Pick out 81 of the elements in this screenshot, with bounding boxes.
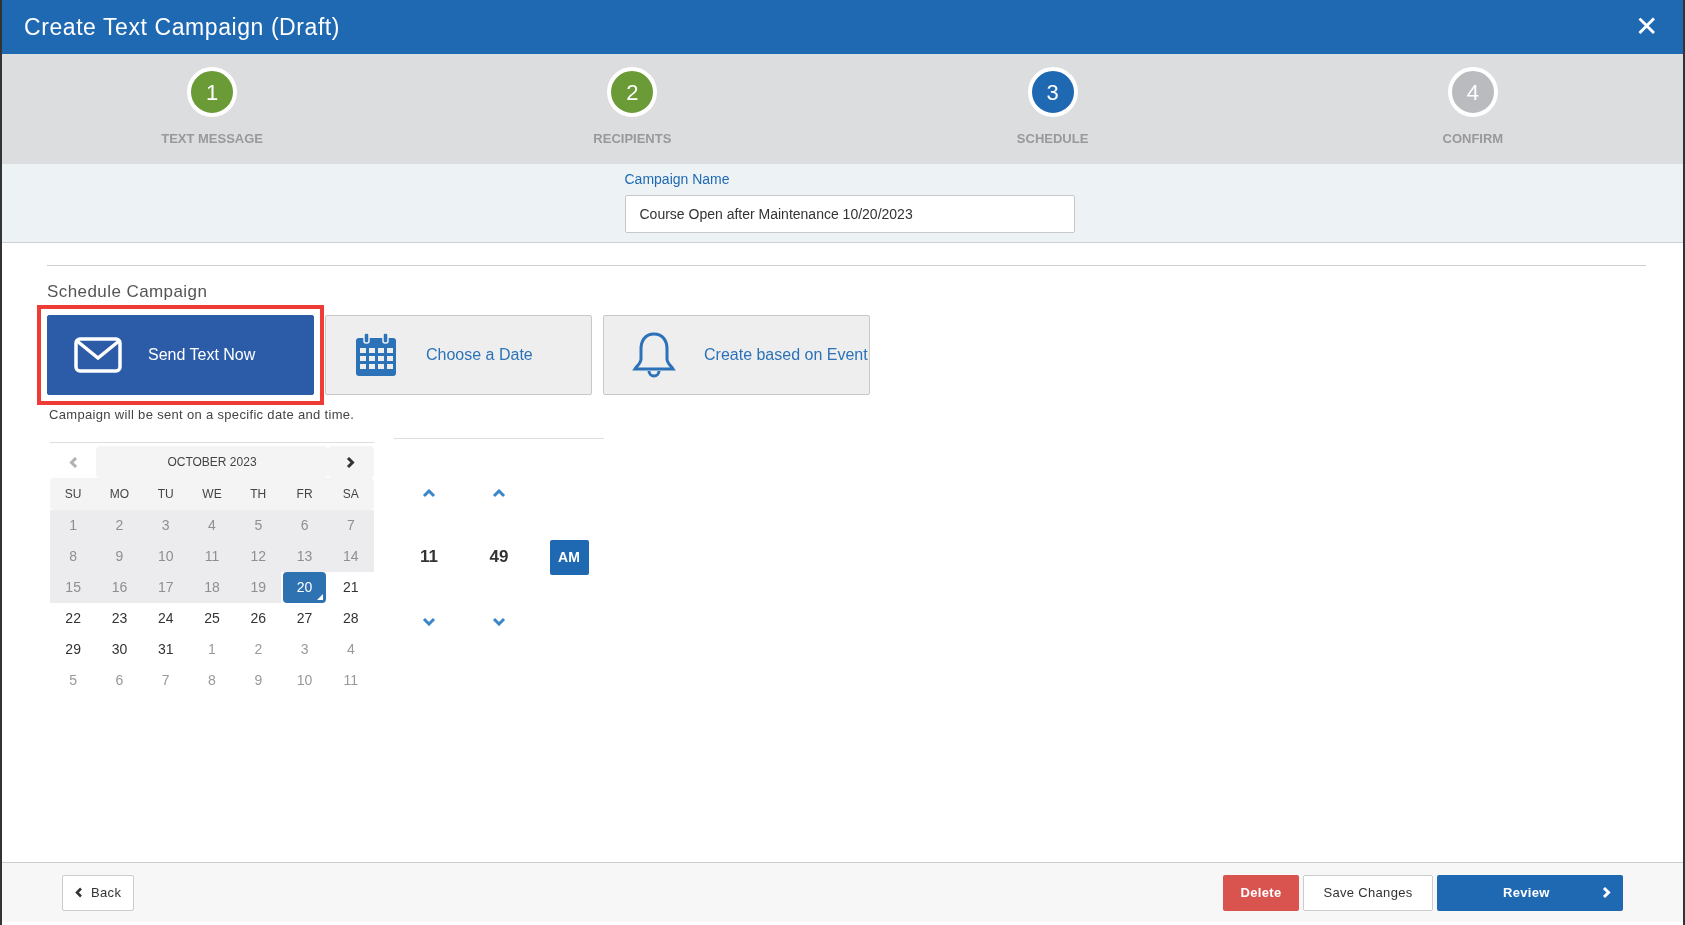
am-pm-toggle[interactable]: AM — [549, 539, 589, 575]
bell-icon — [632, 330, 676, 379]
calendar-day[interactable]: 9 — [236, 665, 280, 696]
chevron-left-icon — [68, 455, 78, 469]
weekday-label: FR — [295, 486, 314, 503]
calendar-day[interactable]: 5 — [51, 665, 95, 696]
calendar-day[interactable]: 23 — [97, 603, 141, 634]
step-label: SCHEDULE — [1016, 130, 1089, 148]
calendar-day[interactable]: 19 — [236, 572, 280, 603]
calendar-day[interactable]: 2 — [97, 510, 141, 541]
chevron-left-icon — [75, 887, 83, 898]
schedule-option[interactable]: Create based on Event — [603, 314, 870, 395]
chevron-down-icon — [492, 616, 506, 626]
weekday-label: SA — [341, 486, 360, 503]
calendar-icon — [354, 331, 398, 378]
calendar-day[interactable]: 6 — [97, 665, 141, 696]
calendar-day[interactable]: 31 — [144, 634, 188, 665]
calendar-day[interactable]: 21 — [329, 572, 373, 603]
back-button[interactable]: Back — [62, 874, 135, 911]
calendar-day[interactable]: 11 — [190, 541, 234, 572]
calendar-day[interactable]: 24 — [144, 603, 188, 634]
review-button[interactable]: Review — [1437, 874, 1623, 911]
calendar-day[interactable]: 2 — [236, 634, 280, 665]
calendar-day[interactable]: 16 — [97, 572, 141, 603]
chevron-up-icon — [492, 488, 506, 498]
calendar-day[interactable]: 5 — [236, 510, 280, 541]
calendar-day[interactable]: 30 — [97, 634, 141, 665]
weekday-label: WE — [201, 486, 223, 503]
calendar-day[interactable]: 9 — [97, 541, 141, 572]
step-label: CONFIRM — [1442, 130, 1504, 148]
window-title: Create Text Campaign (Draft) — [24, 12, 341, 42]
chevron-right-icon — [1602, 886, 1611, 899]
section-title: Schedule Campaign — [47, 281, 209, 303]
close-button[interactable]: ✕ — [1631, 12, 1661, 42]
calendar-day[interactable]: 12 — [236, 541, 280, 572]
calendar-day[interactable]: 11 — [329, 665, 373, 696]
calendar-day[interactable]: 8 — [51, 541, 95, 572]
calendar-day[interactable]: 10 — [283, 665, 327, 696]
chevron-up-icon — [422, 488, 436, 498]
weekday-label: TH — [249, 486, 268, 503]
calendar-day[interactable]: 27 — [283, 603, 327, 634]
campaign-name-field[interactable]: Course Open after Maintenance 10/20/2023 — [624, 195, 1075, 233]
step-label: TEXT MESSAGE — [161, 130, 264, 148]
schedule-option[interactable]: Choose a Date — [325, 314, 592, 395]
calendar-day[interactable]: 15 — [51, 572, 95, 603]
calendar-day[interactable]: 4 — [329, 634, 373, 665]
envelope-icon — [74, 336, 122, 373]
calendar-day[interactable]: 14 — [329, 541, 373, 572]
month-title[interactable]: OCTOBER 2023 — [96, 446, 328, 478]
calendar-day[interactable]: 1 — [51, 510, 95, 541]
chevron-right-icon — [346, 455, 356, 469]
calendar-day[interactable]: 7 — [144, 665, 188, 696]
save-changes-button[interactable]: Save Changes — [1303, 874, 1433, 911]
calendar-day[interactable]: 17 — [144, 572, 188, 603]
calendar-day[interactable]: 3 — [144, 510, 188, 541]
calendar-day[interactable]: 29 — [51, 634, 95, 665]
calendar-day[interactable]: 22 — [51, 603, 95, 634]
weekday-label: MO — [108, 486, 131, 503]
calendar-day[interactable]: 10 — [144, 541, 188, 572]
calendar-day[interactable]: 26 — [236, 603, 280, 634]
minute-value[interactable]: 49 — [489, 507, 509, 607]
calendar-day[interactable]: 25 — [190, 603, 234, 634]
weekday-label: SU — [63, 486, 83, 503]
calendar-day[interactable]: 20 — [283, 572, 327, 603]
calendar-day[interactable]: 1 — [190, 634, 234, 665]
calendar-day[interactable]: 8 — [190, 665, 234, 696]
calendar-day[interactable]: 6 — [283, 510, 327, 541]
weekday-label: TU — [156, 486, 175, 503]
calendar-day[interactable]: 28 — [329, 603, 373, 634]
calendar-day[interactable]: 7 — [329, 510, 373, 541]
field-label: Campaign Name — [624, 170, 731, 189]
chevron-down-icon — [422, 616, 436, 626]
delete-button[interactable]: Delete — [1223, 874, 1299, 911]
schedule-option[interactable]: Send Text Now — [47, 314, 314, 395]
hour-value[interactable]: 11 — [420, 507, 438, 607]
calendar-day[interactable]: 4 — [190, 510, 234, 541]
description-text: Campaign will be sent on a specific date and time. — [49, 405, 356, 424]
step-label: RECIPIENTS — [593, 130, 672, 148]
calendar-day[interactable]: 13 — [283, 541, 327, 572]
calendar-day[interactable]: 18 — [190, 572, 234, 603]
calendar-day[interactable]: 3 — [283, 634, 327, 665]
